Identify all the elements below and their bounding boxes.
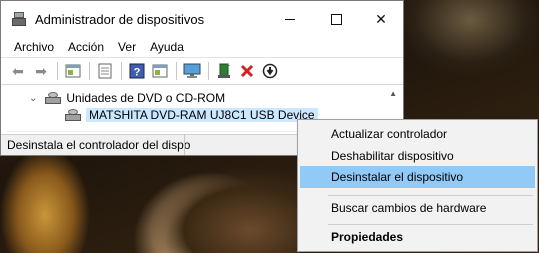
scroll-up-arrow-icon[interactable]: ▲ xyxy=(389,89,397,98)
update-driver-button[interactable] xyxy=(94,60,116,82)
maximize-button[interactable] xyxy=(313,1,359,37)
ctx-uninstall-device[interactable]: Desinstalar el dispositivo xyxy=(300,166,535,188)
close-button[interactable]: ✕ xyxy=(358,1,404,37)
toolbar-separator xyxy=(57,62,58,80)
ctx-properties[interactable]: Propiedades xyxy=(300,226,535,248)
menu-ver[interactable]: Ver xyxy=(111,40,143,54)
properties-icon xyxy=(65,64,81,78)
uninstall-button[interactable] xyxy=(236,60,258,82)
title-bar[interactable]: Administrador de dispositivos ✕ xyxy=(1,1,403,37)
minimize-button[interactable] xyxy=(267,1,313,37)
tree-category-label: Unidades de DVD o CD-ROM xyxy=(66,91,226,105)
help-icon: ? xyxy=(129,63,145,79)
context-menu: Actualizar controlador Deshabilitar disp… xyxy=(297,119,538,252)
add-driver-button[interactable] xyxy=(213,60,235,82)
menu-bar: Archivo Acción Ver Ayuda xyxy=(1,37,403,57)
scan-hardware-button[interactable] xyxy=(181,60,203,82)
monitor-icon xyxy=(183,63,201,78)
maximize-icon xyxy=(330,13,342,25)
tree-node-dvd-device[interactable]: MATSHITA DVD-RAM UJ8C1 USB Device xyxy=(65,106,318,124)
menu-accion[interactable]: Acción xyxy=(61,40,111,54)
minimize-icon xyxy=(285,18,295,20)
disable-device-icon xyxy=(262,63,278,79)
ctx-disable-device[interactable]: Deshabilitar dispositivo xyxy=(300,145,535,167)
svg-text:?: ? xyxy=(134,67,141,79)
close-icon: ✕ xyxy=(375,10,387,27)
add-driver-icon xyxy=(218,63,230,78)
forward-arrow-icon: ➡ xyxy=(35,62,47,79)
view-button[interactable] xyxy=(149,60,171,82)
tree-device-label: MATSHITA DVD-RAM UJ8C1 USB Device xyxy=(86,108,318,122)
back-button[interactable]: ⬅ xyxy=(7,60,29,82)
status-divider xyxy=(184,134,185,155)
menu-archivo[interactable]: Archivo xyxy=(7,40,61,54)
ctx-separator xyxy=(328,195,533,196)
toolbar-separator xyxy=(121,62,122,80)
disable-device-button[interactable] xyxy=(259,60,281,82)
chevron-down-icon[interactable]: ⌄ xyxy=(29,93,37,104)
menu-ayuda[interactable]: Ayuda xyxy=(143,40,191,54)
tree-node-dvd-category[interactable]: ⌄ Unidades de DVD o CD-ROM xyxy=(29,89,225,107)
toolbar-separator xyxy=(208,62,209,80)
back-arrow-icon: ⬅ xyxy=(12,62,24,79)
properties-button[interactable] xyxy=(62,60,84,82)
ctx-scan-hardware[interactable]: Buscar cambios de hardware xyxy=(300,197,535,219)
window-title: Administrador de dispositivos xyxy=(35,11,205,27)
dvd-drive-icon xyxy=(45,92,62,104)
update-driver-icon xyxy=(98,63,112,79)
help-button[interactable]: ? xyxy=(126,60,148,82)
forward-button[interactable]: ➡ xyxy=(30,60,52,82)
toolbar-separator xyxy=(89,62,90,80)
view-icon xyxy=(152,64,168,78)
toolbar-separator xyxy=(176,62,177,80)
uninstall-icon xyxy=(240,64,254,78)
status-text: Desinstala el controlador del dispo xyxy=(7,138,191,152)
dvd-drive-icon xyxy=(65,109,81,121)
ctx-update-driver[interactable]: Actualizar controlador xyxy=(300,123,535,145)
toolbar: ⬅ ➡ ? xyxy=(1,57,403,85)
device-manager-app-icon xyxy=(11,11,27,27)
ctx-separator xyxy=(328,224,533,225)
